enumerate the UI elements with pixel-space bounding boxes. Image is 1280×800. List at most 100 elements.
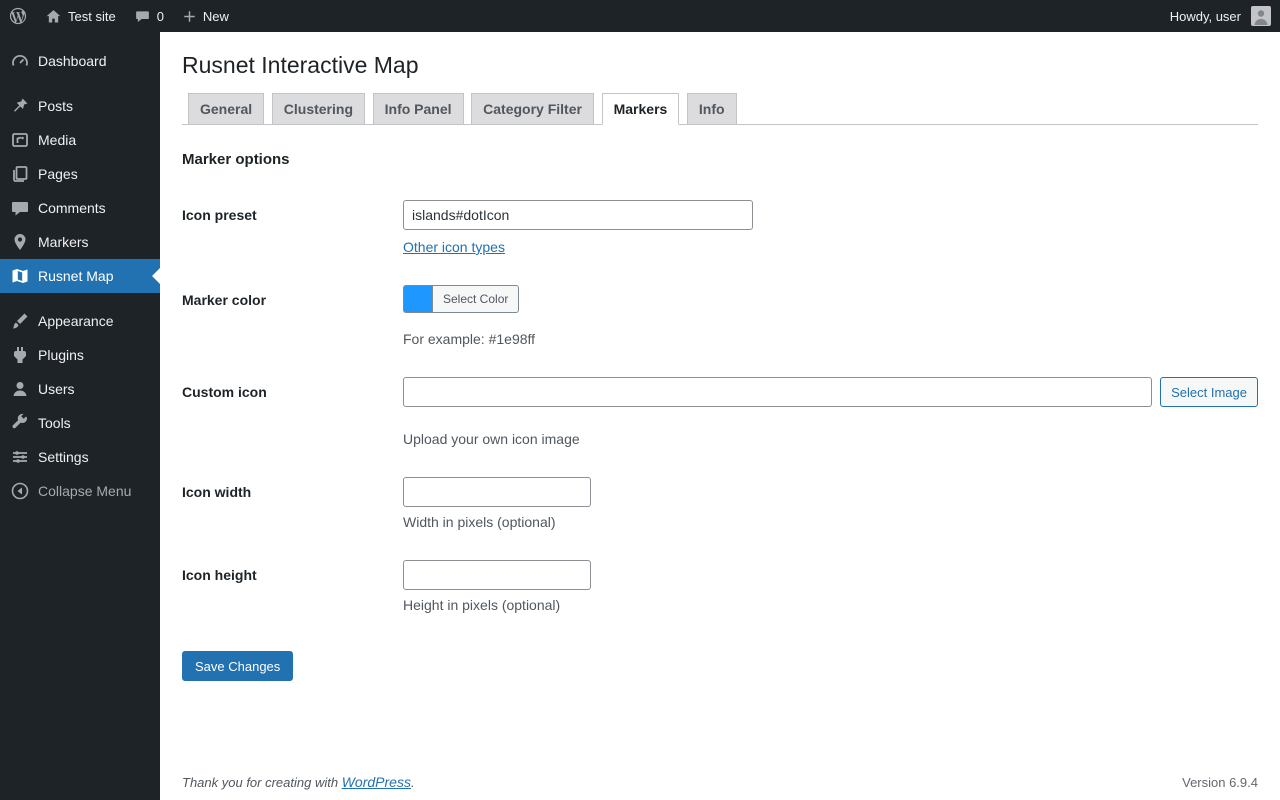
tab-info[interactable]: Info bbox=[687, 93, 737, 125]
comments-icon bbox=[10, 198, 30, 218]
select-color-button[interactable]: Select Color bbox=[432, 285, 519, 313]
plug-icon bbox=[10, 345, 30, 365]
collapse-menu-label: Collapse Menu bbox=[38, 483, 131, 499]
custom-icon-help: Upload your own icon image bbox=[403, 431, 1258, 447]
footer-thanks-prefix: Thank you for creating with bbox=[182, 775, 338, 790]
sidebar-item-pages[interactable]: Pages bbox=[0, 157, 160, 191]
footer: Thank you for creating with WordPress. V… bbox=[182, 774, 1258, 790]
wordpress-logo-button[interactable] bbox=[0, 0, 36, 32]
sidebar-item-label: Settings bbox=[38, 449, 89, 465]
sidebar-item-plugins[interactable]: Plugins bbox=[0, 338, 160, 372]
media-icon bbox=[10, 130, 30, 150]
sidebar-item-dashboard[interactable]: Dashboard bbox=[0, 44, 160, 78]
admin-bar-spacer bbox=[238, 0, 1161, 32]
sidebar-item-label: Rusnet Map bbox=[38, 268, 113, 284]
main-content: Rusnet Interactive Map General Clusterin… bbox=[160, 32, 1280, 800]
menu-separator bbox=[0, 293, 160, 304]
tab-markers[interactable]: Markers bbox=[602, 93, 680, 125]
sidebar-item-label: Markers bbox=[38, 234, 89, 250]
sidebar-item-markers[interactable]: Markers bbox=[0, 225, 160, 259]
sidebar-item-label: Dashboard bbox=[38, 53, 107, 69]
sidebar-item-label: Media bbox=[38, 132, 76, 148]
icon-preset-row: Icon preset Other icon types bbox=[182, 200, 1258, 255]
footer-version: Version 6.9.4 bbox=[1182, 775, 1258, 790]
wrench-icon bbox=[10, 413, 30, 433]
icon-preset-label: Icon preset bbox=[182, 200, 403, 223]
sidebar-item-settings[interactable]: Settings bbox=[0, 440, 160, 474]
location-pin-icon bbox=[10, 232, 30, 252]
pushpin-icon bbox=[10, 96, 30, 116]
avatar-person-icon bbox=[1251, 6, 1271, 26]
wordpress-logo-icon bbox=[9, 7, 27, 25]
dashboard-icon bbox=[10, 51, 30, 71]
sidebar-item-label: Pages bbox=[38, 166, 78, 182]
marker-color-help: For example: #1e98ff bbox=[403, 331, 1258, 347]
site-name-link[interactable]: Test site bbox=[36, 0, 125, 32]
icon-width-row: Icon width Width in pixels (optional) bbox=[182, 477, 1258, 530]
footer-thanks-suffix: . bbox=[411, 775, 415, 790]
icon-height-input[interactable] bbox=[403, 560, 591, 590]
page-title: Rusnet Interactive Map bbox=[182, 32, 1258, 83]
comment-bubble-icon bbox=[134, 8, 151, 25]
marker-color-label: Marker color bbox=[182, 285, 403, 308]
sidebar-item-appearance[interactable]: Appearance bbox=[0, 304, 160, 338]
section-title: Marker options bbox=[182, 151, 1258, 168]
pages-icon bbox=[10, 164, 30, 184]
wordpress-link[interactable]: WordPress bbox=[342, 774, 411, 790]
save-changes-button[interactable]: Save Changes bbox=[182, 651, 293, 681]
sidebar-item-label: Plugins bbox=[38, 347, 84, 363]
paintbrush-icon bbox=[10, 311, 30, 331]
color-picker-control: Select Color bbox=[403, 285, 519, 313]
sidebar-item-posts[interactable]: Posts bbox=[0, 89, 160, 123]
sidebar-item-label: Tools bbox=[38, 415, 71, 431]
sidebar-item-media[interactable]: Media bbox=[0, 123, 160, 157]
icon-height-help: Height in pixels (optional) bbox=[403, 597, 1258, 613]
sidebar: Dashboard Posts Media Pages Comments Mar… bbox=[0, 32, 160, 800]
marker-color-row: Marker color Select Color For example: #… bbox=[182, 285, 1258, 347]
footer-thankyou: Thank you for creating with WordPress. bbox=[182, 774, 415, 790]
icon-width-label: Icon width bbox=[182, 477, 403, 500]
settings-icon bbox=[10, 447, 30, 467]
icon-width-help: Width in pixels (optional) bbox=[403, 514, 1258, 530]
color-swatch[interactable] bbox=[403, 285, 432, 313]
plus-icon bbox=[182, 9, 197, 24]
comments-count: 0 bbox=[157, 9, 164, 24]
new-label: New bbox=[203, 9, 229, 24]
tab-info-panel[interactable]: Info Panel bbox=[373, 93, 464, 125]
custom-icon-row: Custom icon Select Image Upload your own… bbox=[182, 377, 1258, 447]
sidebar-item-users[interactable]: Users bbox=[0, 372, 160, 406]
custom-icon-input[interactable] bbox=[403, 377, 1152, 407]
collapse-arrow-icon bbox=[10, 481, 30, 501]
user-icon bbox=[10, 379, 30, 399]
sidebar-item-label: Posts bbox=[38, 98, 73, 114]
sidebar-item-rusnet-map[interactable]: Rusnet Map bbox=[0, 259, 160, 293]
other-icon-types-link[interactable]: Other icon types bbox=[403, 239, 505, 255]
home-icon bbox=[45, 8, 62, 25]
icon-height-label: Icon height bbox=[182, 560, 403, 583]
comments-admin-bar-link[interactable]: 0 bbox=[125, 0, 173, 32]
avatar bbox=[1251, 6, 1271, 26]
tab-general[interactable]: General bbox=[188, 93, 264, 125]
howdy-account-menu[interactable]: Howdy, user bbox=[1161, 0, 1280, 32]
sidebar-item-tools[interactable]: Tools bbox=[0, 406, 160, 440]
select-image-button[interactable]: Select Image bbox=[1160, 377, 1258, 407]
custom-icon-label: Custom icon bbox=[182, 377, 403, 400]
menu-separator bbox=[0, 78, 160, 89]
map-icon bbox=[10, 266, 30, 286]
icon-preset-input[interactable] bbox=[403, 200, 753, 230]
howdy-label: Howdy, user bbox=[1170, 9, 1241, 24]
tab-bar: General Clustering Info Panel Category F… bbox=[182, 93, 1258, 125]
sidebar-item-label: Appearance bbox=[38, 313, 114, 329]
collapse-menu-button[interactable]: Collapse Menu bbox=[0, 474, 160, 508]
marker-options-form: Icon preset Other icon types Marker colo… bbox=[182, 200, 1258, 681]
sidebar-item-label: Users bbox=[38, 381, 75, 397]
new-content-button[interactable]: New bbox=[173, 0, 238, 32]
site-name-label: Test site bbox=[68, 9, 116, 24]
icon-width-input[interactable] bbox=[403, 477, 591, 507]
tab-category-filter[interactable]: Category Filter bbox=[471, 93, 594, 125]
sidebar-item-comments[interactable]: Comments bbox=[0, 191, 160, 225]
tab-clustering[interactable]: Clustering bbox=[272, 93, 365, 125]
sidebar-item-label: Comments bbox=[38, 200, 106, 216]
admin-bar: Test site 0 New Howdy, user bbox=[0, 0, 1280, 32]
icon-height-row: Icon height Height in pixels (optional) bbox=[182, 560, 1258, 613]
